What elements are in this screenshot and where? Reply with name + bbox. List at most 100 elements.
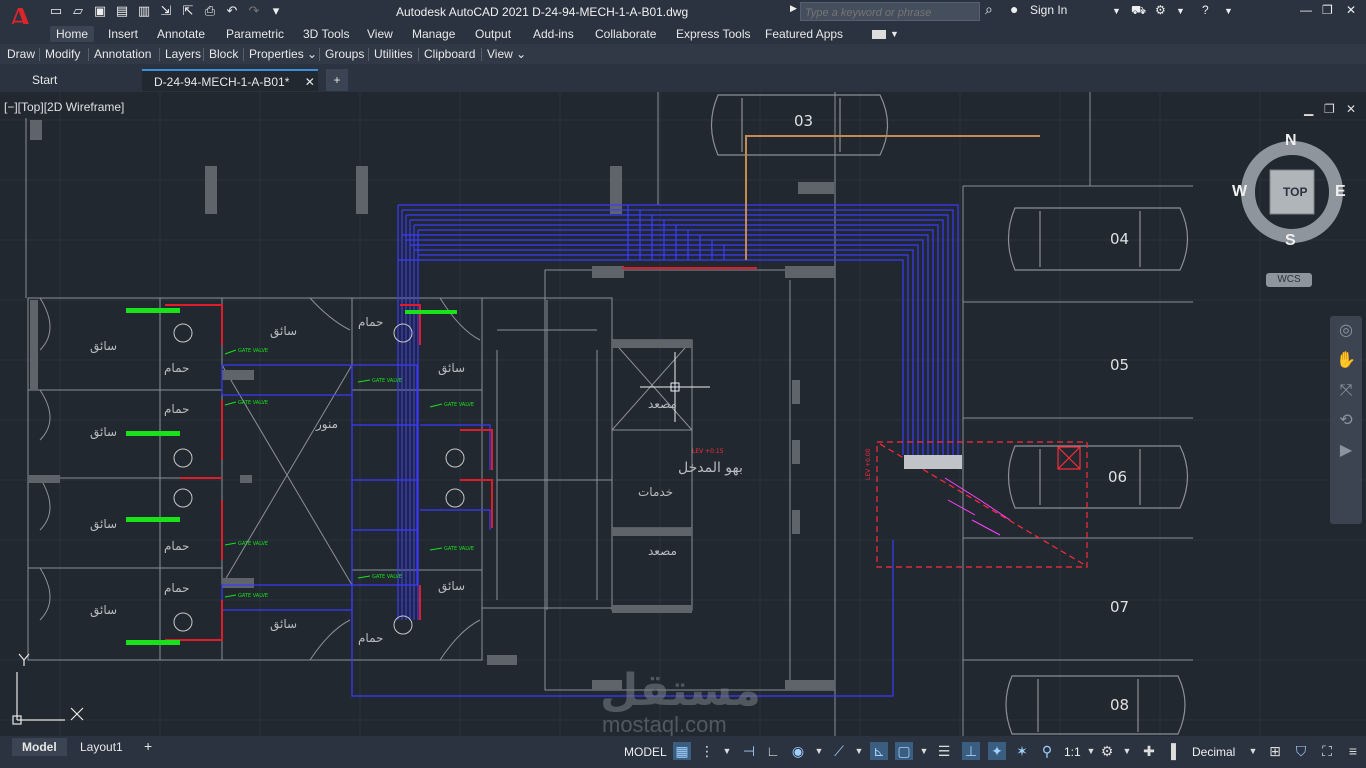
tab-3d-tools[interactable]: 3D Tools [303, 27, 349, 41]
tab-model[interactable]: Model [12, 738, 67, 756]
tab-add-ins[interactable]: Add-ins [533, 27, 574, 41]
customization-menu-icon[interactable]: ≡ [1344, 742, 1362, 760]
tab-home[interactable]: Home [50, 26, 95, 42]
autoscale-icon[interactable]: ⚲ [1038, 742, 1056, 760]
isodraft-icon[interactable]: ⟋ [830, 742, 848, 760]
tab-collaborate[interactable]: Collaborate [595, 27, 656, 41]
import-icon[interactable]: ⇲ [158, 3, 174, 19]
panel-annotation[interactable]: Annotation [94, 47, 151, 61]
workspace-dropdown-icon[interactable]: ▼ [1118, 742, 1136, 760]
panel-groups[interactable]: Groups [325, 47, 364, 61]
annotation-visibility-icon[interactable]: ✶ [1013, 742, 1031, 760]
wcs-menu[interactable]: WCS [1266, 273, 1312, 287]
save-web-icon[interactable]: ▥ [136, 3, 152, 19]
panel-modify[interactable]: Modify [45, 47, 80, 61]
tab-manage[interactable]: Manage [412, 27, 455, 41]
annotation-monitor-icon[interactable]: ✚ [1140, 742, 1158, 760]
object-snap-dropdown-icon[interactable]: ▼ [915, 742, 933, 760]
grid-icon[interactable]: ▦ [673, 742, 691, 760]
polar-tracking-icon[interactable]: ◉ [789, 742, 807, 760]
redo-icon[interactable]: ↷ [246, 3, 262, 19]
sign-in-link[interactable]: Sign In [1030, 3, 1067, 17]
qat-dropdown-icon[interactable]: ▾ [268, 3, 284, 19]
save-icon[interactable]: ▣ [92, 3, 108, 19]
infer-constraints-icon[interactable]: ⊣ [740, 742, 758, 760]
connect-dropdown-icon[interactable]: ▼ [1176, 6, 1185, 16]
units-selector[interactable]: Decimal [1192, 745, 1235, 759]
tab-close-icon[interactable]: ✕ [305, 75, 315, 89]
compass-south[interactable]: S [1285, 232, 1296, 250]
search-expand-icon[interactable]: ▶ [790, 3, 797, 14]
workspace-gear-icon[interactable]: ⚙ [1098, 742, 1116, 760]
polar-dropdown-icon[interactable]: ▼ [810, 742, 828, 760]
ortho-icon[interactable]: ∟ [764, 742, 782, 760]
units-dropdown-icon[interactable]: ▼ [1244, 742, 1262, 760]
cart-icon[interactable]: ⛟ [1131, 3, 1146, 19]
restore-icon[interactable]: ❐ [1322, 3, 1333, 17]
tab-annotate[interactable]: Annotate [157, 27, 205, 41]
drawing-canvas[interactable]: 03 04 05 06 07 08 سائق سائق سائق سائق سا… [0, 92, 1366, 736]
tab-layout1[interactable]: Layout1 [80, 740, 123, 754]
tab-output[interactable]: Output [475, 27, 511, 41]
panel-properties[interactable]: Properties ⌄ [249, 47, 317, 61]
tab-drawing[interactable]: D-24-94-MECH-1-A-B01* ✕ [142, 69, 318, 91]
connect-icon[interactable]: ⚙ [1155, 3, 1166, 17]
close-icon[interactable]: ✕ [1346, 3, 1356, 17]
clean-screen-icon[interactable]: ⛶ [1318, 742, 1336, 760]
viewport-close-icon[interactable]: ✕ [1346, 102, 1356, 116]
ribbon-display-dropdown-icon[interactable]: ▼ [890, 29, 899, 39]
new-file-icon[interactable]: ▭ [48, 3, 64, 19]
panel-clipboard[interactable]: Clipboard [424, 47, 475, 61]
new-layout-button[interactable]: + [144, 738, 152, 754]
dynamic-ucs-icon[interactable]: ⊥ [962, 742, 980, 760]
open-folder-icon[interactable]: ▱ [70, 3, 86, 19]
help-icon[interactable]: ? [1202, 3, 1209, 17]
snap-dropdown-icon[interactable]: ▼ [718, 742, 736, 760]
compass-north[interactable]: N [1285, 132, 1297, 150]
viewcube[interactable]: TOP N S E W [1232, 132, 1346, 249]
compass-west[interactable]: W [1232, 183, 1247, 201]
lineweight-icon[interactable]: ☰ [935, 742, 953, 760]
panel-layers[interactable]: Layers [165, 47, 201, 61]
object-snap-icon[interactable]: ▢ [895, 742, 913, 760]
units-icon[interactable]: ▌ [1167, 742, 1185, 760]
annotation-scale[interactable]: 1:1 [1064, 745, 1081, 759]
save-as-icon[interactable]: ▤ [114, 3, 130, 19]
panel-block[interactable]: Block [209, 47, 238, 61]
orbit-icon[interactable]: ⟲ [1330, 406, 1362, 436]
new-tab-button[interactable]: + [326, 69, 348, 91]
search-input[interactable] [801, 4, 979, 22]
print-icon[interactable]: ⎙ [202, 3, 218, 19]
compass-east[interactable]: E [1335, 183, 1346, 201]
viewport-minimize-icon[interactable]: ▁ [1304, 102, 1313, 116]
pan-icon[interactable]: ✋ [1330, 346, 1362, 376]
tab-insert[interactable]: Insert [108, 27, 138, 41]
search-icon[interactable]: ⌕ [985, 1, 993, 18]
isolate-objects-icon[interactable]: ⛉ [1292, 742, 1310, 760]
panel-view[interactable]: View ⌄ [487, 47, 526, 61]
zoom-extents-icon[interactable]: ⤧ [1330, 376, 1362, 406]
tab-featured-apps[interactable]: Featured Apps [765, 27, 843, 41]
undo-icon[interactable]: ↶ [224, 3, 240, 19]
quick-properties-icon[interactable]: ⊞ [1266, 742, 1284, 760]
tab-express-tools[interactable]: Express Tools [676, 27, 750, 41]
tab-start[interactable]: Start [10, 69, 130, 91]
panel-draw[interactable]: Draw [7, 47, 35, 61]
steering-wheel-icon[interactable]: ◎ [1330, 316, 1362, 346]
minimize-icon[interactable]: — [1300, 3, 1312, 17]
tab-parametric[interactable]: Parametric [226, 27, 284, 41]
export-icon[interactable]: ⇱ [180, 3, 196, 19]
object-snap-tracking-icon[interactable]: ⊾ [870, 742, 888, 760]
model-space-button[interactable]: MODEL [624, 745, 667, 759]
user-icon[interactable]: ● [1010, 1, 1018, 17]
isodraft-dropdown-icon[interactable]: ▼ [850, 742, 868, 760]
showmotion-icon[interactable]: ▶ [1330, 436, 1362, 466]
viewport-controls[interactable]: [−][Top][2D Wireframe] [4, 100, 124, 114]
help-dropdown-icon[interactable]: ▼ [1224, 6, 1233, 16]
tab-view[interactable]: View [367, 27, 393, 41]
ribbon-display-icon[interactable] [872, 30, 886, 39]
viewport-restore-icon[interactable]: ❐ [1324, 102, 1335, 116]
panel-utilities[interactable]: Utilities [374, 47, 413, 61]
sign-in-dropdown-icon[interactable]: ▼ [1112, 6, 1121, 16]
snap-icon[interactable]: ⋮ [698, 742, 716, 760]
